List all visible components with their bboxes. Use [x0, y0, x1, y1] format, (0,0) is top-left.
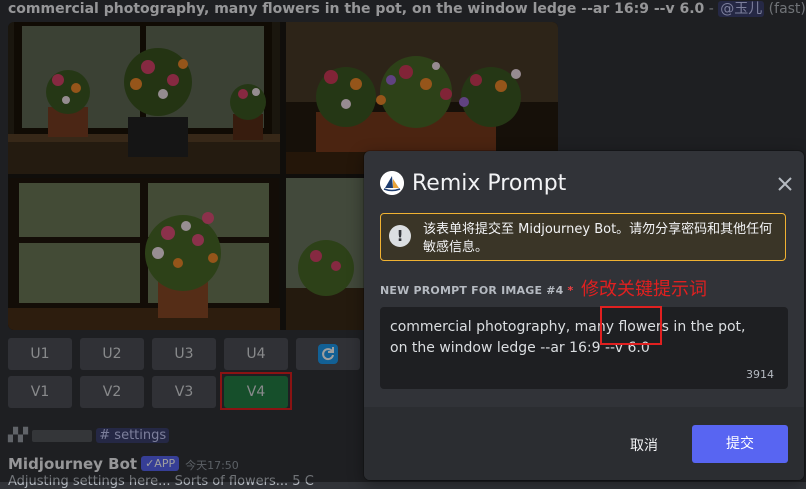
prompt-textarea[interactable]: commercial photography, many flowers in … [380, 307, 788, 389]
warning-notice: ! 该表单将提交至 Midjourney Bot。请勿分享密码和其他任何敏感信息… [380, 213, 786, 261]
prompt-field-label-text: NEW PROMPT FOR IMAGE #4 [380, 284, 564, 297]
flowers-highlight-box [600, 306, 662, 345]
submit-button[interactable]: 提交 [692, 425, 788, 463]
prompt-textarea-value[interactable]: commercial photography, many flowers in … [390, 317, 778, 359]
required-mark: * [567, 284, 574, 297]
warning-icon: ! [389, 225, 411, 247]
modal-header: Remix Prompt [380, 169, 792, 199]
close-icon[interactable] [776, 175, 794, 193]
remix-prompt-modal: Remix Prompt ! 该表单将提交至 Midjourney Bot。请勿… [364, 151, 804, 480]
modal-title: Remix Prompt [412, 171, 567, 196]
modal-footer: 取消 提交 [364, 407, 804, 480]
cancel-button[interactable]: 取消 [610, 427, 678, 465]
midjourney-logo-icon [380, 171, 404, 195]
warning-text: 该表单将提交至 Midjourney Bot。请勿分享密码和其他任何敏感信息。 [423, 222, 773, 255]
annotation-text: 修改关键提示词 [581, 279, 707, 300]
character-count: 3914 [746, 368, 774, 381]
prompt-field-label: NEW PROMPT FOR IMAGE #4 * [380, 284, 573, 297]
